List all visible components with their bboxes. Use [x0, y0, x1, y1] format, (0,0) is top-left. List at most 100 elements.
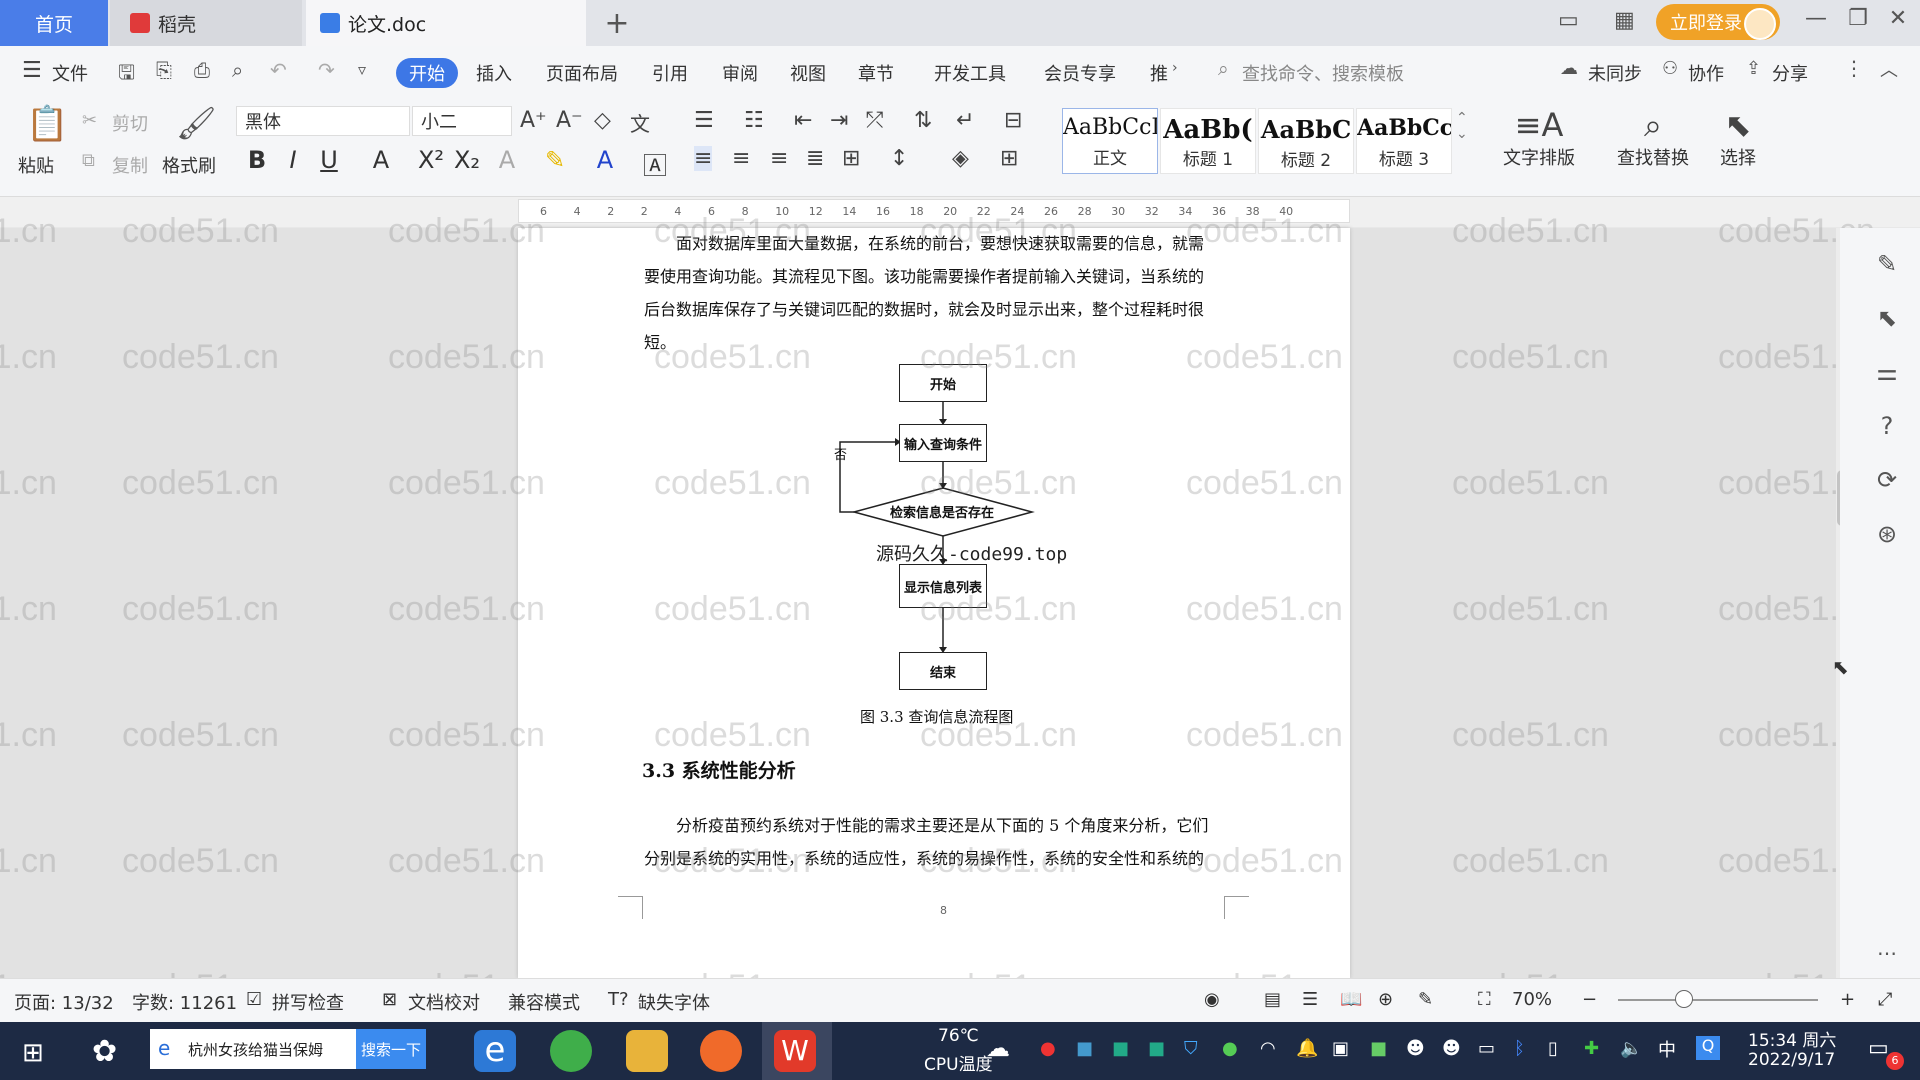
- windows-start-icon[interactable]: ⊞: [22, 1038, 44, 1068]
- layout-icon[interactable]: ▭: [1558, 8, 1579, 33]
- italic-icon[interactable]: I: [278, 146, 308, 174]
- menu-member[interactable]: 会员专享: [1044, 60, 1116, 86]
- tab-docer[interactable]: 稻壳: [110, 0, 302, 46]
- cut-button[interactable]: 剪切: [112, 110, 148, 136]
- tray-app-icon[interactable]: ●: [1040, 1038, 1056, 1059]
- more-dots-icon[interactable]: …: [1870, 936, 1904, 960]
- tray-app-icon[interactable]: ■: [1148, 1038, 1165, 1059]
- line-spacing-icon[interactable]: ↕: [890, 146, 908, 171]
- menu-view[interactable]: 视图: [790, 60, 826, 86]
- zoom-slider[interactable]: [1618, 999, 1818, 1001]
- tray-app-icon[interactable]: Q: [1696, 1036, 1720, 1060]
- share-link-icon[interactable]: ⊛: [1870, 520, 1904, 548]
- word-count[interactable]: 字数: 11261: [132, 989, 237, 1015]
- proofread-button[interactable]: 文档校对: [408, 989, 480, 1015]
- align-right-icon[interactable]: ≡: [770, 146, 788, 171]
- sync-status[interactable]: 未同步: [1588, 60, 1642, 86]
- ime-indicator[interactable]: 中: [1658, 1036, 1676, 1062]
- preview-icon[interactable]: ⌕: [232, 58, 243, 82]
- new-tab-button[interactable]: +: [600, 6, 634, 41]
- find-replace-button[interactable]: ⌕ 查找替换: [1608, 106, 1698, 170]
- minimize-icon[interactable]: —: [1798, 6, 1834, 31]
- phonetic-icon[interactable]: 文: [630, 108, 650, 137]
- qq-icon[interactable]: ☻: [1442, 1038, 1461, 1059]
- undo-icon[interactable]: ↶: [270, 58, 287, 82]
- menu-developer[interactable]: 开发工具: [934, 60, 1006, 86]
- shading-icon[interactable]: ◈: [952, 146, 969, 171]
- ie-icon[interactable]: e: [474, 1030, 516, 1072]
- bluetooth-icon[interactable]: ᛒ: [1514, 1038, 1525, 1059]
- restore-icon[interactable]: ❐: [1840, 6, 1876, 31]
- zoom-level[interactable]: 70%: [1512, 989, 1552, 1010]
- clock-time[interactable]: 15:34 周六: [1748, 1026, 1836, 1051]
- highlight-icon[interactable]: ✎: [540, 146, 570, 174]
- paste-button[interactable]: 粘贴: [18, 152, 54, 178]
- menu-page-layout[interactable]: 页面布局: [546, 60, 618, 86]
- borders-icon[interactable]: ⊞: [1000, 146, 1018, 171]
- zoom-in-icon[interactable]: +: [1840, 989, 1855, 1010]
- underline-icon[interactable]: U: [314, 146, 344, 174]
- outline-view-icon[interactable]: ☰: [1302, 989, 1318, 1010]
- menu-chapter[interactable]: 章节: [858, 60, 894, 86]
- style-heading-3[interactable]: AaBbCcl 标题 3: [1356, 108, 1452, 174]
- notification-bell-icon[interactable]: 🔔: [1296, 1038, 1318, 1059]
- zoom-out-icon[interactable]: −: [1582, 989, 1597, 1010]
- page-indicator[interactable]: 页面: 13/32: [14, 989, 114, 1015]
- text-layout-button[interactable]: ≡A 文字排版: [1494, 106, 1584, 170]
- share-button[interactable]: 分享: [1772, 60, 1808, 86]
- menu-references[interactable]: 引用: [652, 60, 688, 86]
- read-view-icon[interactable]: 📖: [1340, 989, 1362, 1010]
- sort-icon[interactable]: ⇅: [914, 108, 932, 133]
- tray-app-icon[interactable]: ✚: [1584, 1038, 1599, 1059]
- select-button[interactable]: ⬉ 选择: [1708, 106, 1768, 170]
- browser-360-icon[interactable]: [550, 1030, 592, 1072]
- subscript-icon[interactable]: X₂: [452, 146, 482, 174]
- text-effect-icon[interactable]: A: [492, 146, 522, 174]
- usb-icon[interactable]: ▯: [1548, 1038, 1558, 1059]
- spellcheck-checkbox-icon[interactable]: ☑: [246, 989, 262, 1010]
- customize-chevron-icon[interactable]: ▿: [358, 60, 366, 79]
- menu-file[interactable]: 文件: [52, 60, 88, 86]
- tray-app-icon[interactable]: ■: [1112, 1038, 1129, 1059]
- font-size-select[interactable]: 小二: [412, 106, 512, 136]
- print-icon[interactable]: ⎙: [194, 58, 210, 82]
- backup-icon[interactable]: ⟳: [1870, 466, 1904, 494]
- styles-scroll-icon[interactable]: ⌃ ⌄: [1456, 110, 1468, 142]
- font-name-select[interactable]: 黑体: [236, 106, 410, 136]
- style-normal[interactable]: AaBbCcI 正文: [1062, 108, 1158, 174]
- command-search-input[interactable]: 查找命令、搜索模板: [1242, 60, 1404, 86]
- collab-button[interactable]: 协作: [1688, 60, 1724, 86]
- clock-date[interactable]: 2022/9/17: [1748, 1050, 1835, 1070]
- superscript-icon[interactable]: X²: [416, 146, 446, 174]
- numbered-list-icon[interactable]: ☷: [744, 108, 764, 133]
- tab-home[interactable]: 首页: [0, 0, 108, 46]
- more-icon[interactable]: ⋮: [1844, 56, 1864, 80]
- distribute-icon[interactable]: ⊞: [842, 146, 860, 171]
- app-orange-icon[interactable]: [700, 1030, 742, 1072]
- page-view-icon[interactable]: ▤: [1264, 989, 1281, 1010]
- settings-sliders-icon[interactable]: ⚌: [1870, 358, 1904, 386]
- pointer-icon[interactable]: ⬉: [1870, 304, 1904, 332]
- taskbar-search-button[interactable]: 搜索一下: [356, 1029, 426, 1069]
- weather-icon[interactable]: ☁: [986, 1034, 1010, 1062]
- paste-icon[interactable]: 📋: [26, 104, 68, 144]
- volume-icon[interactable]: 🔈: [1620, 1038, 1642, 1059]
- align-center-icon[interactable]: ≡: [732, 146, 750, 171]
- wifi-icon[interactable]: ◠: [1260, 1038, 1276, 1059]
- avatar[interactable]: [1744, 8, 1776, 40]
- line-break-icon[interactable]: ↵: [956, 108, 974, 133]
- menu-recommend[interactable]: 推: [1150, 60, 1168, 86]
- font-color-icon[interactable]: A: [590, 146, 620, 174]
- text-direction-icon[interactable]: ⤱: [866, 108, 884, 133]
- grow-font-icon[interactable]: A⁺: [520, 108, 547, 133]
- shield-icon[interactable]: ⛉: [1184, 1038, 1198, 1059]
- style-heading-2[interactable]: AaBbC 标题 2: [1258, 108, 1354, 174]
- menu-review[interactable]: 审阅: [722, 60, 758, 86]
- more-menu-chevron-icon[interactable]: ›: [1172, 60, 1178, 76]
- fit-page-icon[interactable]: ⛶: [1478, 989, 1491, 1010]
- collapse-ribbon-icon[interactable]: ︿: [1880, 56, 1898, 82]
- increase-indent-icon[interactable]: ⇥: [830, 108, 848, 133]
- tray-app-icon[interactable]: ■: [1076, 1038, 1093, 1059]
- eye-protect-icon[interactable]: ◉: [1204, 989, 1220, 1010]
- edit-pen-icon[interactable]: ✎: [1870, 250, 1904, 278]
